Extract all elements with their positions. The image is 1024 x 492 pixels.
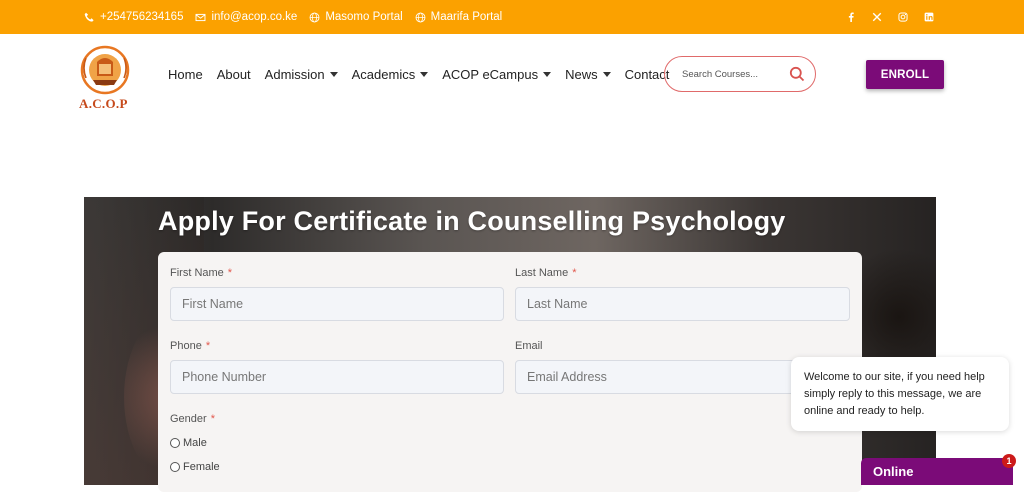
- nav-label: About: [216, 66, 251, 82]
- site-header: A.C.O.P Home About Admission Academics A…: [0, 34, 1024, 116]
- phone-icon: [84, 12, 94, 22]
- required-marker: *: [205, 340, 211, 352]
- nav-admission[interactable]: Admission: [265, 67, 338, 82]
- chevron-down-icon: [543, 72, 552, 77]
- required-marker: *: [227, 267, 233, 279]
- search-input[interactable]: [682, 68, 782, 80]
- application-form: First Name* Last Name* Phone* Email Gend…: [158, 252, 862, 492]
- nav-label: ACOP eCampus: [442, 66, 539, 82]
- facebook-icon[interactable]: [846, 11, 856, 23]
- phone-field[interactable]: [170, 360, 504, 394]
- top-bar: +254756234165 info@acop.co.ke Masomo Por…: [0, 0, 1024, 34]
- social-links: [846, 0, 934, 34]
- notification-badge: 1: [1002, 454, 1016, 468]
- masomo-portal-label: Masomo Portal: [325, 11, 403, 23]
- required-marker: *: [210, 413, 215, 425]
- email-contact[interactable]: info@acop.co.ke: [195, 11, 297, 23]
- main-nav: Home About Admission Academics ACOP eCam…: [168, 34, 669, 114]
- required-marker: *: [572, 267, 577, 279]
- nav-home[interactable]: Home: [168, 67, 203, 82]
- chevron-down-icon: [420, 72, 429, 77]
- last-name-field[interactable]: [515, 287, 850, 321]
- nav-label: Home: [168, 66, 203, 82]
- globe-icon: [415, 12, 426, 22]
- radio-button[interactable]: [170, 462, 180, 472]
- maarifa-portal-link[interactable]: Maarifa Portal: [415, 11, 503, 23]
- maarifa-portal-label: Maarifa Portal: [430, 11, 503, 23]
- masomo-portal-link[interactable]: Masomo Portal: [309, 11, 403, 23]
- chat-welcome-message[interactable]: Welcome to our site, if you need help si…: [791, 357, 1009, 431]
- logo-text: A.C.O.P: [79, 96, 128, 111]
- radio-label: Female: [183, 461, 220, 473]
- nav-label: Admission: [264, 66, 325, 82]
- gender-label: Gender *: [170, 413, 215, 425]
- linkedin-icon[interactable]: [924, 11, 934, 23]
- first-name-field[interactable]: [170, 287, 504, 321]
- phone-label: Phone *: [170, 340, 211, 352]
- chevron-down-icon: [329, 72, 338, 77]
- phone-contact[interactable]: +254756234165: [84, 11, 183, 23]
- nav-academics[interactable]: Academics: [352, 67, 429, 82]
- nav-contact[interactable]: Contact: [625, 67, 670, 82]
- nav-about[interactable]: About: [217, 67, 251, 82]
- search-box: [664, 56, 816, 92]
- instagram-icon[interactable]: [898, 11, 908, 23]
- radio-label: Male: [183, 437, 207, 449]
- enroll-button[interactable]: ENROLL: [866, 60, 944, 89]
- nav-label: News: [565, 66, 598, 82]
- first-name-label: First Name *: [170, 267, 233, 279]
- search-icon[interactable]: [789, 66, 805, 82]
- nav-label: Contact: [624, 66, 670, 82]
- nav-ecampus[interactable]: ACOP eCampus: [442, 66, 552, 82]
- college-logo[interactable]: A.C.O.P: [76, 44, 134, 111]
- chevron-down-icon: [602, 72, 611, 77]
- gender-option-female[interactable]: Female: [170, 461, 220, 473]
- chat-online-button[interactable]: Online: [861, 458, 1013, 485]
- gender-option-male[interactable]: Male: [170, 437, 207, 449]
- nav-news[interactable]: News: [565, 67, 611, 82]
- x-icon[interactable]: [872, 11, 882, 23]
- nav-label: Academics: [351, 66, 416, 82]
- contact-info: +254756234165 info@acop.co.ke Masomo Por…: [84, 0, 502, 34]
- globe-icon: [309, 12, 320, 22]
- email-address: info@acop.co.ke: [211, 11, 298, 23]
- email-label: Email: [515, 340, 543, 352]
- mail-icon: [196, 13, 206, 21]
- last-name-label: Last Name *: [515, 267, 577, 279]
- radio-button[interactable]: [170, 438, 180, 448]
- phone-number: +254756234165: [100, 11, 184, 23]
- page-title: Apply For Certificate in Counselling Psy…: [158, 206, 786, 236]
